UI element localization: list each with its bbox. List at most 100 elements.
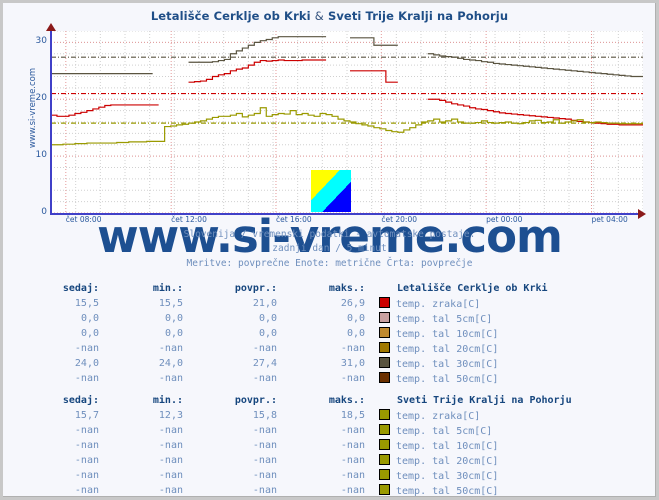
legend-label: temp. tal 10cm[C] — [396, 441, 499, 452]
page-title-station1: Letališče Cerklje ob Krki — [150, 9, 311, 23]
chart-subtitle-units: Meritve: povprečne Enote: metrične Črta:… — [186, 258, 473, 269]
cell-povpr: 15,8 — [252, 410, 277, 421]
cell-maks: -nan — [340, 343, 365, 354]
legend-label: temp. tal 5cm[C] — [396, 426, 493, 437]
cell-min: 24,0 — [158, 358, 183, 369]
y-axis-tick-label: 10 — [35, 150, 47, 161]
header-station-name: Letališče Cerklje ob Krki — [397, 283, 548, 294]
y-axis-arrow-icon — [46, 23, 56, 31]
legend-entry: temp. tal 5cm[C] — [375, 423, 582, 438]
legend-entry: temp. tal 10cm[C] — [375, 438, 582, 453]
stats-table: sedaj: min.: povpr.: maks.: Letališče Ce… — [25, 283, 558, 386]
cell-sedaj: -nan — [74, 470, 99, 481]
cell-sedaj: -nan — [74, 343, 99, 354]
cell-min: -nan — [158, 425, 183, 436]
cell-maks: -nan — [340, 485, 365, 496]
cell-povpr: 0,0 — [258, 328, 277, 339]
cell-maks: 31,0 — [340, 358, 365, 369]
cell-maks: -nan — [340, 440, 365, 451]
cell-povpr: -nan — [252, 455, 277, 466]
header-station-name: Sveti Trije Kralji na Pohorju — [397, 395, 572, 406]
cell-maks: -nan — [340, 470, 365, 481]
legend-label: temp. zraka[C] — [396, 299, 481, 310]
table-row: -nan -nan -nan -nan temp. tal 50cm[C] — [25, 371, 558, 386]
legend-entry: temp. zraka[C] — [375, 296, 558, 311]
cell-min: -nan — [158, 470, 183, 481]
table-row: 0,0 0,0 0,0 0,0 temp. tal 5cm[C] — [25, 311, 558, 326]
cell-min: 0,0 — [164, 328, 183, 339]
y-axis-labels: 0 10 20 30 — [15, 31, 47, 217]
cell-maks: 26,9 — [340, 298, 365, 309]
table-row: 15,7 12,3 15,8 18,5 temp. zraka[C] — [25, 408, 582, 423]
legend-entry: temp. tal 20cm[C] — [375, 341, 558, 356]
legend-label: temp. tal 50cm[C] — [396, 374, 499, 385]
header-povpr: povpr.: — [234, 395, 277, 406]
header-sedaj: sedaj: — [62, 395, 99, 406]
cell-povpr: 21,0 — [252, 298, 277, 309]
x-axis-tick-label: čet 20:00 — [381, 215, 418, 224]
header-min: min.: — [152, 395, 183, 406]
cell-povpr: -nan — [252, 440, 277, 451]
table-row: 0,0 0,0 0,0 0,0 temp. tal 10cm[C] — [25, 326, 558, 341]
cell-sedaj: 15,5 — [74, 298, 99, 309]
chart-subtitle-period: zadnji dan / 5 minut — [272, 243, 387, 254]
cell-min: -nan — [158, 373, 183, 384]
legend-entry: temp. tal 30cm[C] — [375, 468, 582, 483]
legend-entry: temp. tal 50cm[C] — [375, 371, 558, 386]
cell-maks: 18,5 — [340, 410, 365, 421]
cell-min: 12,3 — [158, 410, 183, 421]
cell-min: -nan — [158, 343, 183, 354]
legend-label: temp. tal 50cm[C] — [396, 486, 499, 497]
cell-maks: -nan — [340, 373, 365, 384]
legend-color-swatch-icon — [379, 409, 390, 420]
legend-entry: temp. tal 50cm[C] — [375, 483, 582, 497]
header-povpr: povpr.: — [234, 283, 277, 294]
header-sedaj: sedaj: — [62, 283, 99, 294]
legend-color-swatch-icon — [379, 342, 390, 353]
cell-min: -nan — [158, 455, 183, 466]
legend-color-swatch-icon — [379, 357, 390, 368]
legend-label: temp. tal 10cm[C] — [396, 329, 499, 340]
legend-color-swatch-icon — [379, 372, 390, 383]
stats-table-station2: sedaj: min.: povpr.: maks.: Sveti Trije … — [3, 395, 655, 497]
legend-label: temp. tal 20cm[C] — [396, 344, 499, 355]
header-min: min.: — [152, 283, 183, 294]
stats-table: sedaj: min.: povpr.: maks.: Sveti Trije … — [25, 395, 582, 497]
cell-sedaj: -nan — [74, 373, 99, 384]
x-axis-labels: čet 08:00 čet 12:00 čet 16:00 čet 20:00 pet … — [51, 215, 651, 229]
site-logo-icon — [311, 170, 351, 212]
legend-color-swatch-icon — [379, 439, 390, 450]
cell-sedaj: 24,0 — [74, 358, 99, 369]
cell-min: -nan — [158, 440, 183, 451]
legend-color-swatch-icon — [379, 327, 390, 338]
legend-label: temp. tal 30cm[C] — [396, 359, 499, 370]
chart-page: Letališče Cerklje ob Krki & Sveti Trije … — [3, 3, 656, 497]
y-axis-tick-label: 30 — [35, 36, 47, 47]
cell-sedaj: -nan — [74, 440, 99, 451]
legend-color-swatch-icon — [379, 484, 390, 495]
table-row: 24,0 24,0 27,4 31,0 temp. tal 30cm[C] — [25, 356, 558, 371]
legend-label: temp. tal 30cm[C] — [396, 471, 499, 482]
cell-min: 15,5 — [158, 298, 183, 309]
legend-color-swatch-icon — [379, 469, 390, 480]
page-title-station2: Sveti Trije Kralji na Pohorju — [327, 9, 509, 23]
x-axis-tick-label: pet 04:00 — [591, 215, 628, 224]
legend-entry: temp. tal 5cm[C] — [375, 311, 558, 326]
legend-entry: temp. tal 10cm[C] — [375, 326, 558, 341]
cell-sedaj: -nan — [74, 425, 99, 436]
x-axis-tick-label: čet 12:00 — [171, 215, 207, 224]
cell-sedaj: -nan — [74, 455, 99, 466]
cell-maks: 0,0 — [346, 328, 365, 339]
legend-color-swatch-icon — [379, 454, 390, 465]
table-row: -nan -nan -nan -nan temp. tal 10cm[C] — [25, 438, 582, 453]
legend-entry: temp. tal 20cm[C] — [375, 453, 582, 468]
cell-maks: -nan — [340, 425, 365, 436]
y-axis-tick-label: 20 — [35, 93, 47, 104]
cell-povpr: -nan — [252, 425, 277, 436]
cell-sedaj: 15,7 — [74, 410, 99, 421]
cell-povpr: 27,4 — [252, 358, 277, 369]
cell-sedaj: 0,0 — [80, 328, 99, 339]
y-axis-tick-label: 0 — [41, 207, 47, 217]
cell-sedaj: 0,0 — [80, 313, 99, 324]
cell-povpr: -nan — [252, 373, 277, 384]
